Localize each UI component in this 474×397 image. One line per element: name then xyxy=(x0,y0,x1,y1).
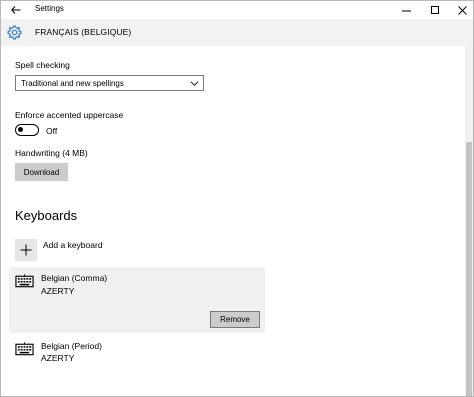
spell-checking-label: Spell checking xyxy=(15,60,70,70)
enforce-accented-label: Enforce accented uppercase xyxy=(15,110,124,120)
keyboard-icon xyxy=(15,342,34,356)
enforce-accented-toggle[interactable] xyxy=(15,124,39,136)
page-header: FRANÇAIS (BELGIQUE) xyxy=(1,19,473,46)
close-icon xyxy=(457,5,467,15)
back-arrow-icon xyxy=(11,6,21,14)
maximize-icon xyxy=(430,5,439,14)
keyboards-section-title: Keyboards xyxy=(15,208,78,223)
add-keyboard-label[interactable]: Add a keyboard xyxy=(43,240,103,250)
title-bar: Settings xyxy=(1,1,473,19)
download-button[interactable]: Download xyxy=(15,163,68,181)
keyboard-layout: AZERTY xyxy=(41,286,75,296)
window-title: Settings xyxy=(35,4,64,13)
add-keyboard-button[interactable] xyxy=(15,239,37,261)
toggle-knob xyxy=(18,127,23,132)
plus-icon xyxy=(20,244,32,256)
minimize-icon xyxy=(401,10,411,11)
keyboard-name[interactable]: Belgian (Period) xyxy=(41,341,102,351)
page-title: FRANÇAIS (BELGIQUE) xyxy=(35,27,132,37)
toggle-state-text: Off xyxy=(46,126,58,136)
chevron-down-icon xyxy=(190,81,199,86)
close-button[interactable] xyxy=(448,1,473,19)
spell-checking-selected-value: Traditional and new spellings xyxy=(21,79,124,88)
spell-checking-dropdown[interactable]: Traditional and new spellings xyxy=(15,75,204,91)
minimize-button[interactable] xyxy=(392,1,420,19)
scrollbar-thumb[interactable] xyxy=(466,142,472,396)
keyboard-name: Belgian (Comma) xyxy=(41,273,108,283)
keyboard-icon xyxy=(15,274,34,288)
back-button[interactable] xyxy=(1,1,31,19)
maximize-button[interactable] xyxy=(421,1,449,19)
scrollbar[interactable] xyxy=(465,46,473,396)
handwriting-label: Handwriting (4 MB) xyxy=(15,148,88,158)
gear-icon xyxy=(7,25,22,40)
remove-keyboard-button[interactable]: Remove xyxy=(210,311,260,328)
settings-window: Settings FRANÇAIS (BELGIQUE) Spell check… xyxy=(0,0,474,397)
keyboard-layout: AZERTY xyxy=(41,353,75,363)
